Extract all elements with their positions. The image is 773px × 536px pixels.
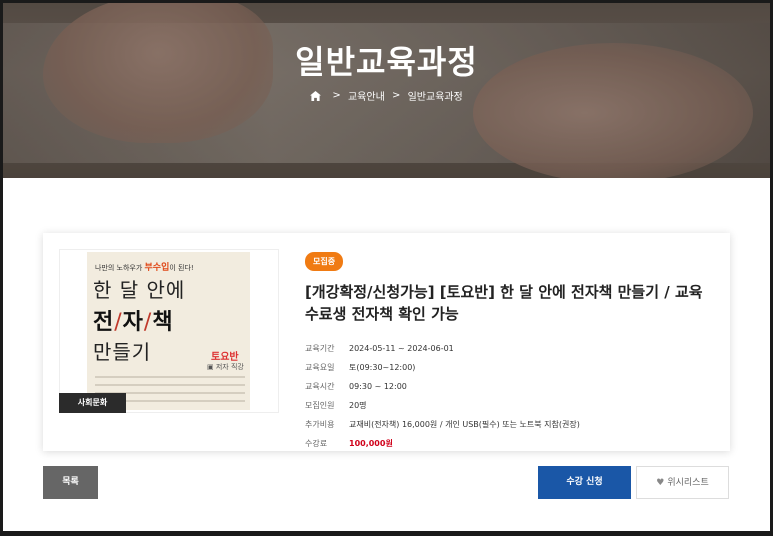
- book-cover: 나만의 노하우가 부수입이 된다! 한 달 안에 전/자/책 만들기 토요반 ▣…: [87, 252, 250, 410]
- course-thumbnail[interactable]: 나만의 노하우가 부수입이 된다! 한 달 안에 전/자/책 만들기 토요반 ▣…: [59, 249, 279, 413]
- cover-tagline: 나만의 노하우가 부수입이 된다!: [95, 263, 194, 273]
- wishlist-label: 위시리스트: [667, 478, 709, 488]
- breadcrumb: > 교육안내 > 일반교육과정: [3, 88, 770, 103]
- course-title[interactable]: [개강확정/신청가능] [토요반] 한 달 안에 전자책 만들기 / 교육수료생…: [305, 281, 715, 325]
- detail-row-time: 교육시간 09:30 ~ 12:00: [305, 382, 407, 391]
- detail-row-extra-cost: 추가비용 교재비(전자책) 16,000원 / 개인 USB(필수) 또는 노트북…: [305, 420, 580, 429]
- cover-line3: 만들기: [93, 340, 152, 364]
- heart-icon: ♥: [656, 478, 665, 488]
- breadcrumb-separator: >: [391, 90, 401, 101]
- category-badge: 사회문화: [59, 393, 126, 413]
- detail-row-capacity: 모집인원 20명: [305, 401, 367, 410]
- page-title: 일반교육과정: [295, 43, 478, 81]
- cover-badge: 토요반: [211, 352, 239, 363]
- cover-line2: 전/자/책: [93, 310, 174, 335]
- detail-row-period: 교육기간 2024-05-11 ~ 2024-06-01: [305, 344, 454, 353]
- breadcrumb-separator: >: [332, 90, 341, 101]
- page: 일반교육과정 > 교육안내 > 일반교육과정 나만의 노하우가 부수입이 된다!…: [3, 3, 770, 531]
- detail-row-day: 교육요일 토(09:30~12:00): [305, 363, 416, 372]
- course-info: 모집중 [개강확정/신청가능] [토요반] 한 달 안에 전자책 만들기 / 교…: [305, 249, 715, 453]
- status-badge: 모집중: [305, 252, 344, 271]
- breadcrumb-item-general-course[interactable]: 일반교육과정: [408, 92, 463, 103]
- hero-banner: 일반교육과정 > 교육안내 > 일반교육과정: [3, 3, 770, 178]
- cover-author: ▣ 저자 직강: [207, 363, 244, 371]
- course-card: 나만의 노하우가 부수입이 된다! 한 달 안에 전/자/책 만들기 토요반 ▣…: [43, 233, 730, 451]
- course-price: 100,000원: [349, 439, 393, 448]
- cover-line1: 한 달 안에: [93, 278, 186, 302]
- apply-button[interactable]: 수강 신청: [538, 466, 631, 499]
- detail-row-fee: 수강료 100,000원: [305, 439, 393, 448]
- breadcrumb-item-education-guide[interactable]: 교육안내: [348, 92, 385, 103]
- list-button[interactable]: 목록: [43, 466, 98, 499]
- course-details: 교육기간 2024-05-11 ~ 2024-06-01 교육요일 토(09:30~…: [305, 339, 715, 453]
- home-icon[interactable]: [310, 90, 322, 101]
- wishlist-button[interactable]: ♥ 위시리스트: [636, 466, 729, 499]
